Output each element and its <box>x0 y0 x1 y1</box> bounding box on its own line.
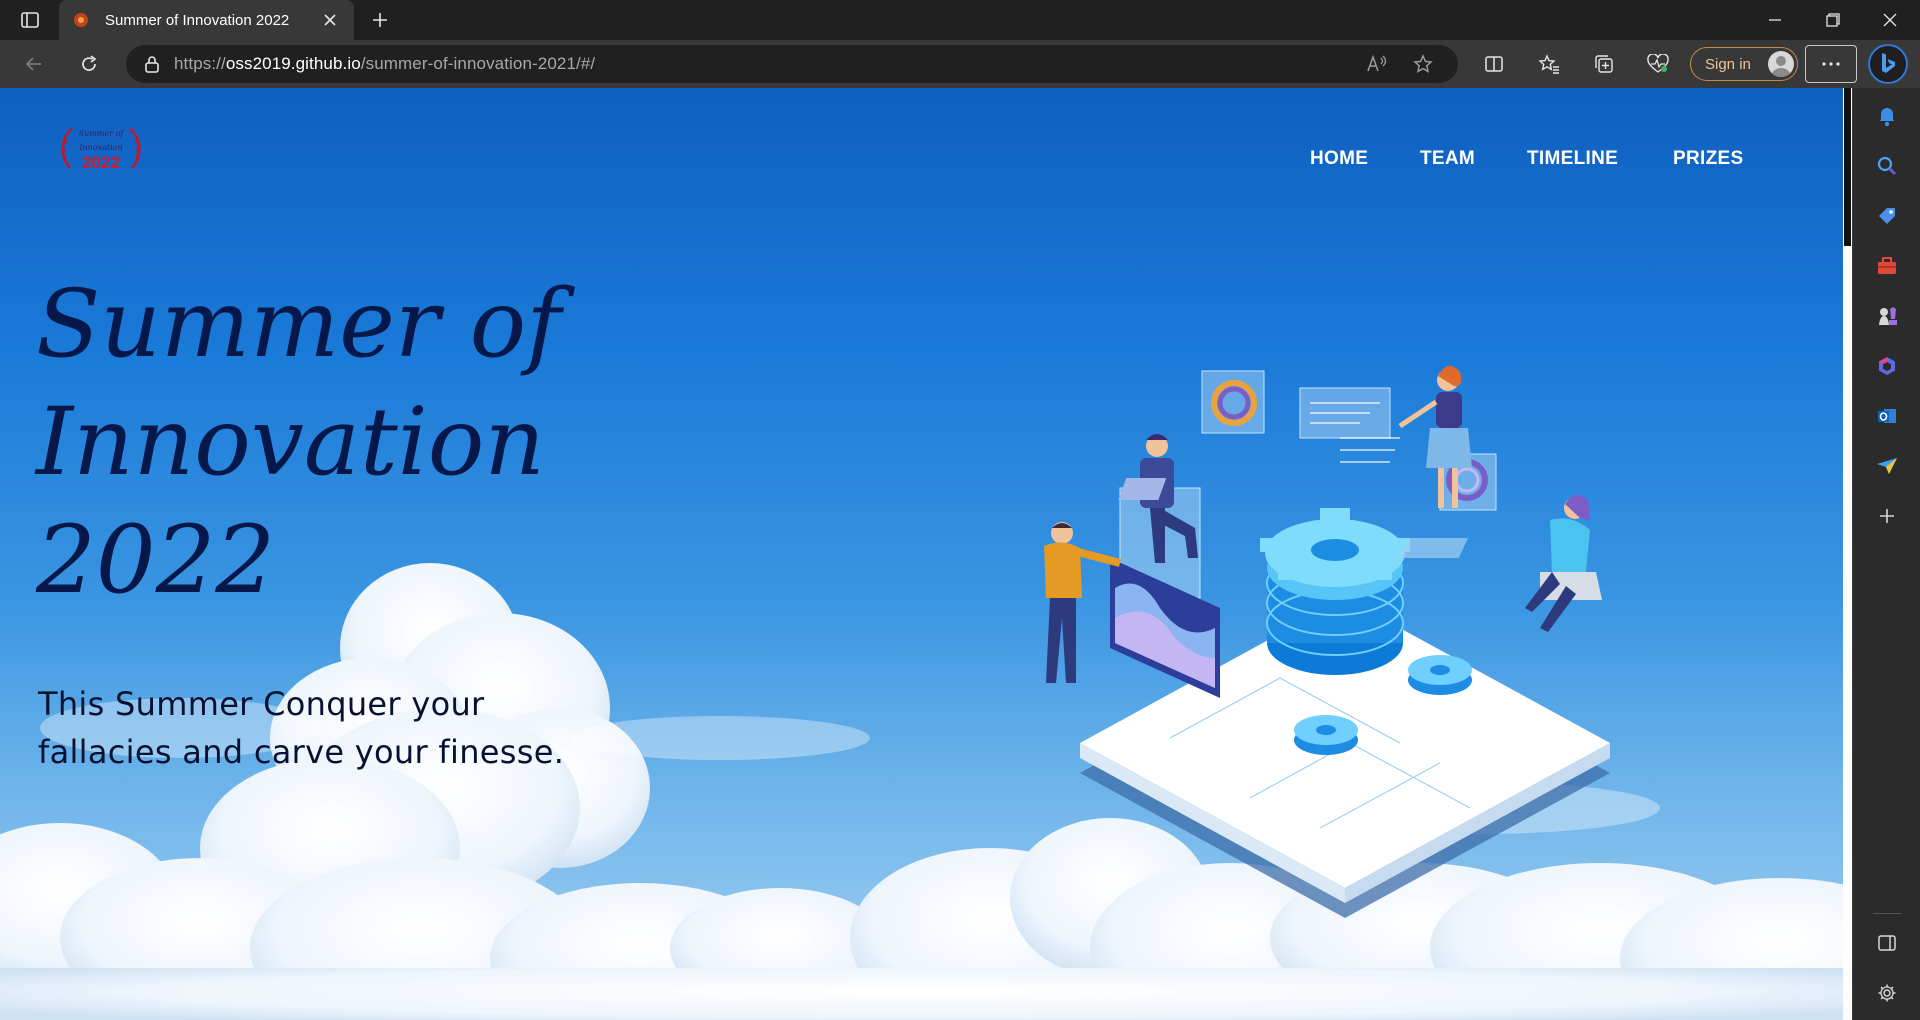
restore-icon <box>1826 13 1840 27</box>
split-screen-icon <box>1485 56 1503 72</box>
sidebar-shopping-button[interactable] <box>1873 202 1901 230</box>
edge-sidebar <box>1852 88 1920 1020</box>
gear-icon <box>1878 984 1896 1002</box>
tab-bar: Summer of Innovation 2022 <box>0 0 1920 40</box>
bing-icon <box>1882 53 1895 73</box>
star-icon <box>1413 54 1433 73</box>
page-scrollbar[interactable] <box>1843 88 1852 1020</box>
lock-icon <box>145 56 159 73</box>
sidebar-divider <box>1873 913 1901 914</box>
sidebar-settings-button[interactable] <box>1873 979 1901 1007</box>
sidebar-outlook-button[interactable] <box>1873 402 1901 430</box>
hero-subtitle-line-1: This Summer Conquer your <box>38 685 485 723</box>
logo-text-top: Summer of <box>79 129 126 138</box>
close-icon <box>1883 13 1897 27</box>
hero-title-line-2: Innovation <box>36 388 545 497</box>
settings-more-button[interactable] <box>1805 45 1857 83</box>
hero-title-line-3: 2022 <box>36 506 276 615</box>
tab-title: Summer of Innovation 2022 <box>105 11 290 29</box>
sidebar-microsoft365-button[interactable] <box>1873 352 1901 380</box>
new-tab-button[interactable] <box>366 6 394 34</box>
scrollbar-thumb[interactable] <box>1844 88 1851 246</box>
bing-chat-button[interactable] <box>1868 44 1908 84</box>
sidebar-hide-button[interactable] <box>1873 929 1901 957</box>
user-icon <box>1771 56 1791 77</box>
sidebar-notifications-button[interactable] <box>1873 102 1901 130</box>
nav-prizes-link[interactable]: PRIZES <box>1673 148 1743 170</box>
restore-button[interactable] <box>1805 0 1861 40</box>
hero-subtitle: This Summer Conquer your fallacies and c… <box>38 680 658 776</box>
chess-piece-icon <box>1879 307 1897 325</box>
plus-icon <box>1880 509 1894 523</box>
back-arrow-icon <box>25 57 41 71</box>
browser-toolbar: https://oss2019.github.io/summer-of-inno… <box>0 40 1920 88</box>
sidebar-games-button[interactable] <box>1873 302 1901 330</box>
url-path: /summer-of-innovation-2021/#/ <box>360 54 596 73</box>
favorite-star-button[interactable] <box>1408 49 1438 79</box>
page-viewport: Summer of Innovation 2022 HOME TEAM TIME… <box>0 88 1852 1020</box>
address-bar[interactable]: https://oss2019.github.io/summer-of-inno… <box>126 45 1458 83</box>
paper-plane-icon <box>1877 458 1897 474</box>
collections-icon <box>1595 55 1613 73</box>
hero-title-line-1: Summer of <box>36 270 562 379</box>
microsoft365-icon <box>1879 357 1895 375</box>
split-screen-button[interactable] <box>1476 46 1512 82</box>
nav-timeline-link[interactable]: TIMELINE <box>1527 148 1618 170</box>
collections-button[interactable] <box>1586 46 1622 82</box>
hero-title: Summer of Innovation 2022 <box>36 266 656 620</box>
active-tab[interactable]: Summer of Innovation 2022 <box>59 0 354 40</box>
url-text: https://oss2019.github.io/summer-of-inno… <box>174 54 595 74</box>
isometric-data-illustration <box>1044 365 1610 918</box>
sign-in-button[interactable]: Sign in <box>1690 47 1798 81</box>
tab-actions-button[interactable] <box>10 6 50 34</box>
favorites-icon <box>1538 54 1559 74</box>
avatar <box>1768 51 1794 77</box>
refresh-button[interactable] <box>71 46 107 82</box>
nav-home-link[interactable]: HOME <box>1310 148 1368 170</box>
sign-in-label: Sign in <box>1705 55 1751 73</box>
tab-actions-icon <box>21 12 39 28</box>
logo-year: 2022 <box>82 153 120 172</box>
hero-subtitle-line-2: fallacies and carve your finesse. <box>38 733 565 771</box>
sidebar-add-button[interactable] <box>1873 502 1901 530</box>
sidebar-send-button[interactable] <box>1873 452 1901 480</box>
url-host: oss2019.github.io <box>225 54 361 73</box>
close-icon <box>324 14 336 26</box>
read-aloud-icon <box>1367 54 1387 72</box>
sidebar-search-button[interactable] <box>1873 152 1901 180</box>
outlook-icon <box>1878 409 1896 423</box>
minimize-icon <box>1769 19 1781 21</box>
sidebar-tools-button[interactable] <box>1873 252 1901 280</box>
nav-team-link[interactable]: TEAM <box>1420 148 1475 170</box>
favorites-button[interactable] <box>1531 46 1567 82</box>
logo-text-mid: Innovation <box>78 143 122 152</box>
refresh-icon <box>82 55 97 71</box>
bell-icon <box>1880 108 1894 127</box>
tab-close-button[interactable] <box>318 8 342 32</box>
close-window-button[interactable] <box>1862 0 1918 40</box>
site-logo[interactable]: Summer of Innovation 2022 <box>58 124 144 174</box>
toolbox-icon <box>1878 257 1896 274</box>
heart-pulse-icon <box>1647 54 1669 73</box>
search-icon <box>1877 156 1897 176</box>
minimize-button[interactable] <box>1747 0 1803 40</box>
back-button[interactable] <box>16 46 52 82</box>
site-favicon-icon <box>71 10 91 30</box>
plus-icon <box>373 13 387 27</box>
sidebar-panel-icon <box>1878 935 1896 951</box>
read-aloud-button[interactable] <box>1362 49 1392 79</box>
more-dots-icon <box>1822 62 1840 66</box>
url-scheme: https:// <box>174 54 226 73</box>
tag-icon <box>1879 208 1895 224</box>
health-button[interactable] <box>1640 46 1676 82</box>
